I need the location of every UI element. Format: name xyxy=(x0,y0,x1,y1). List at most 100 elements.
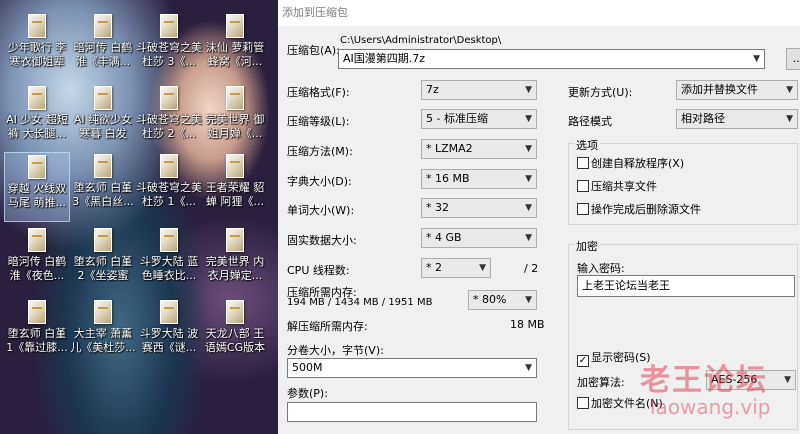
archive-file-icon xyxy=(94,300,112,324)
decompress-memory-value: 18 MB xyxy=(510,318,545,331)
archive-path: C:\Users\Administrator\Desktop\ xyxy=(340,35,502,46)
archive-file-icon xyxy=(28,86,46,110)
method-value: * LZMA2 xyxy=(426,142,473,155)
password-label: 输入密码: xyxy=(577,262,625,275)
desktop-icon[interactable]: 天龙八部 王语嫣CG版本 xyxy=(202,298,268,368)
archive-file-icon xyxy=(160,86,178,110)
desktop-icon[interactable]: 堕玄师 白堇 3《黑白丝... xyxy=(70,152,136,222)
archive-file-icon xyxy=(28,300,46,324)
volume-label: 分卷大小，字节(V): xyxy=(287,344,384,357)
desktop-icon[interactable]: 沫仙 萝莉管 蜂窝《河... xyxy=(202,12,268,82)
options-title: 选项 xyxy=(574,137,600,153)
chevron-down-icon: ▼ xyxy=(525,114,532,124)
solid-select[interactable]: * 4 GB ▼ xyxy=(421,228,537,248)
word-select[interactable]: * 32 ▼ xyxy=(421,198,537,218)
desktop-icon-label: AI 少女 超短 裤 大长腿... xyxy=(6,113,68,140)
archive-file-icon xyxy=(94,86,112,110)
archive-file-icon xyxy=(94,14,112,38)
desktop-icon[interactable]: 暗河传 白鹤淮《丰满... xyxy=(70,12,136,82)
desktop-icon-label: 沫仙 萝莉管 蜂窝《河... xyxy=(205,41,265,68)
params-input[interactable] xyxy=(287,402,537,422)
archive-name-combo[interactable]: AI国漫第四期.7z ▼ xyxy=(338,49,765,69)
desktop-icon[interactable]: 斗破苍穹之美杜莎 2《... xyxy=(136,84,202,154)
level-select[interactable]: 5 - 标准压缩 ▼ xyxy=(421,109,537,129)
desktop-icon-label: 堕玄师 白堇 1《靠过膝... xyxy=(6,327,68,354)
decompress-memory-label: 解压缩所需内存: xyxy=(287,320,368,333)
chevron-down-icon: ▼ xyxy=(525,174,532,184)
dict-select[interactable]: * 16 MB ▼ xyxy=(421,169,537,189)
desktop-icon[interactable]: 王者荣耀 貂蝉 阿狸《... xyxy=(202,152,268,222)
encryption-title: 加密 xyxy=(574,238,600,254)
desktop-icon[interactable]: 完美世界 内衣月婵定... xyxy=(202,226,268,296)
archive-file-icon xyxy=(28,14,46,38)
archive-file-icon xyxy=(160,14,178,38)
threads-value: * 2 xyxy=(426,261,442,274)
archive-file-icon xyxy=(226,154,244,178)
chevron-down-icon: ▼ xyxy=(786,114,793,124)
update-mode-select[interactable]: 添加并替换文件 ▼ xyxy=(676,80,798,100)
sfx-checkbox-label: 创建自释放程序(X) xyxy=(591,157,685,170)
desktop-icon[interactable]: 堕玄师 白堇 2《坐姿蜜 xyxy=(70,226,136,296)
params-label: 参数(P): xyxy=(287,387,328,400)
threads-total: / 2 xyxy=(524,262,539,275)
word-label: 单词大小(W): xyxy=(287,204,355,217)
desktop-icon-label: 斗罗大陆 蓝色睡衣比... xyxy=(139,255,199,282)
sfx-checkbox[interactable]: 创建自释放程序(X) xyxy=(577,157,684,171)
desktop-icon[interactable]: 完美世界 御姐月婵《... xyxy=(202,84,268,154)
desktop-icon[interactable]: 大主宰 萧薰 儿《美杜莎... xyxy=(70,298,136,368)
desktop-icon[interactable]: AI 纯欲少女 寒暮 白发 xyxy=(70,84,136,154)
chevron-down-icon[interactable]: ▼ xyxy=(753,50,760,68)
checkbox-checked-icon: ✓ xyxy=(577,355,589,367)
chevron-down-icon: ▼ xyxy=(525,295,532,305)
threads-select[interactable]: * 2 ▼ xyxy=(421,258,491,278)
checkbox-unchecked-icon xyxy=(577,180,589,192)
browse-button[interactable]: ... xyxy=(786,48,800,70)
level-value: 5 - 标准压缩 xyxy=(426,112,488,125)
shared-files-checkbox-label: 压缩共享文件 xyxy=(591,180,657,193)
archive-file-icon xyxy=(160,154,178,178)
desktop-icon[interactable]: AI 少女 超短 裤 大长腿... xyxy=(4,84,70,154)
desktop-icon-label: 斗破苍穹之美杜莎 2《... xyxy=(136,113,202,140)
method-select[interactable]: * LZMA2 ▼ xyxy=(421,139,537,159)
desktop-icon-label: 天龙八部 王语嫣CG版本 xyxy=(204,327,266,354)
chevron-down-icon: ▼ xyxy=(784,375,791,385)
chevron-down-icon: ▼ xyxy=(525,233,532,243)
desktop-icon-selected[interactable]: 穿越 火线双马尾 萌推... xyxy=(4,152,70,222)
desktop: 少年歌行 李寒衣御姐辈 AI 少女 超短 裤 大长腿... 穿越 火线双马尾 萌… xyxy=(0,0,278,434)
delete-after-checkbox[interactable]: 操作完成后删除源文件 xyxy=(577,203,701,217)
desktop-icon-label: 堕玄师 白堇 3《黑白丝... xyxy=(72,181,134,208)
desktop-icon-label: 穿越 火线双马尾 萌推... xyxy=(7,182,67,209)
password-input[interactable]: 上老王论坛当老王 xyxy=(577,275,795,297)
volume-size-combo[interactable]: 500M ▼ xyxy=(287,358,537,378)
path-mode-select[interactable]: 相对路径 ▼ xyxy=(676,109,798,129)
archive-file-icon xyxy=(226,300,244,324)
desktop-icon[interactable]: 堕玄师 白堇 1《靠过膝... xyxy=(4,298,70,368)
desktop-icon[interactable]: 斗破苍穹之美杜莎 1《... xyxy=(136,152,202,222)
threads-label: CPU 线程数: xyxy=(287,264,350,277)
desktop-icon[interactable]: 少年歌行 李寒衣御姐辈 xyxy=(4,12,70,82)
archive-file-icon xyxy=(28,155,46,179)
desktop-icon-label: 王者荣耀 貂蝉 阿狸《... xyxy=(205,181,265,208)
level-label: 压缩等级(L): xyxy=(287,115,350,128)
update-mode-value: 添加并替换文件 xyxy=(681,83,758,96)
watermark-url: laowang.vip xyxy=(650,395,771,419)
desktop-icon[interactable]: 斗破苍穹之美杜莎 3《... xyxy=(136,12,202,82)
volume-size-value: 500M xyxy=(292,361,323,374)
solid-label: 固实数据大小: xyxy=(287,234,357,247)
encrypt-method-label: 加密算法: xyxy=(577,376,625,389)
dict-value: * 16 MB xyxy=(426,172,470,185)
dialog-title: 添加到压缩包 xyxy=(278,0,800,26)
archive-file-icon xyxy=(28,228,46,252)
desktop-icon[interactable]: 暗河传 白鹤淮《夜色... xyxy=(4,226,70,296)
chevron-down-icon[interactable]: ▼ xyxy=(525,359,532,377)
format-select[interactable]: 7z ▼ xyxy=(421,80,537,100)
memory-percent-select[interactable]: * 80% ▼ xyxy=(468,290,537,310)
shared-files-checkbox[interactable]: 压缩共享文件 xyxy=(577,180,657,194)
desktop-icon-label: 暗河传 白鹤淮《夜色... xyxy=(7,255,67,282)
checkbox-unchecked-icon xyxy=(577,397,589,409)
desktop-icon[interactable]: 斗罗大陆 蓝色睡衣比... xyxy=(136,226,202,296)
desktop-icon-label: 斗破苍穹之美杜莎 3《... xyxy=(136,41,202,68)
desktop-icon[interactable]: 斗罗大陆 波赛西《谜... xyxy=(136,298,202,368)
desktop-icon-label: 大主宰 萧薰 儿《美杜莎... xyxy=(70,327,136,354)
desktop-icon-label: 完美世界 内衣月婵定... xyxy=(205,255,265,282)
